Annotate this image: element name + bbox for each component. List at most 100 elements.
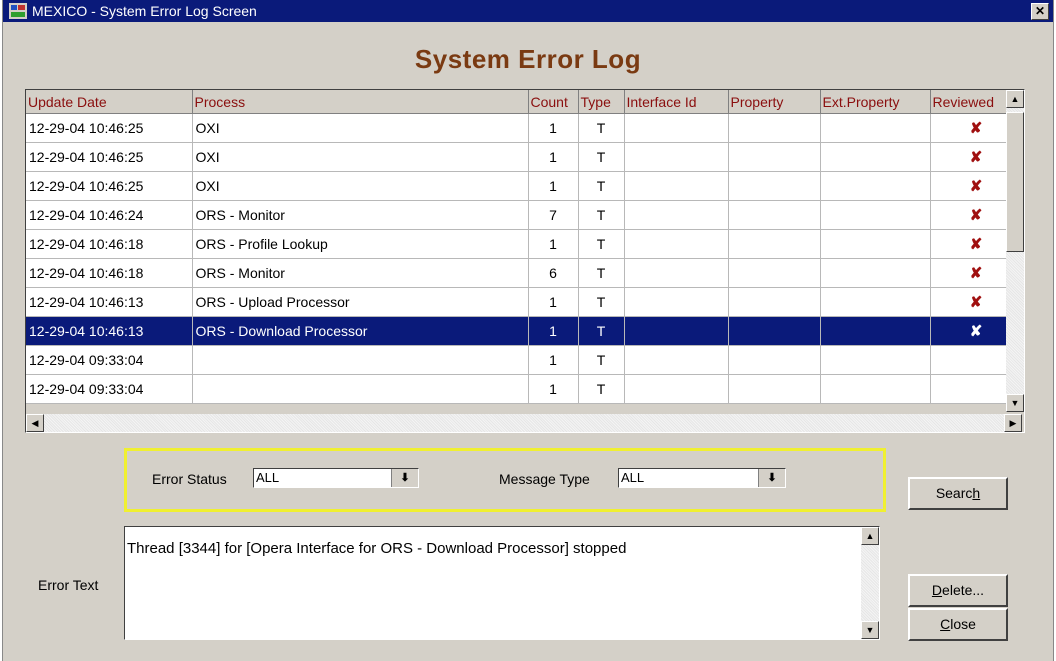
cell-update-date: 12-29-04 10:46:25 — [26, 142, 193, 172]
app-icon — [9, 3, 27, 19]
cell-interface-id — [624, 258, 729, 288]
scroll-left-icon[interactable]: ◀ — [26, 414, 44, 432]
table-row[interactable]: 12-29-04 10:46:18 ORS - Monitor 6 T ✘ — [26, 258, 1023, 288]
cell-property — [728, 345, 821, 375]
cell-update-date: 12-29-04 09:33:04 — [26, 345, 193, 375]
table-row[interactable]: 12-29-04 10:46:18 ORS - Profile Lookup 1 T ✘ — [26, 229, 1023, 259]
cell-count: 1 — [528, 171, 579, 201]
cell-type: T — [578, 374, 625, 404]
cell-type: T — [578, 200, 625, 230]
cell-process — [192, 374, 529, 404]
cell-process: ORS - Upload Processor — [192, 287, 529, 317]
table-row[interactable]: 12-29-04 10:46:13 ORS - Download Processo… — [26, 316, 1023, 346]
column-ext-property-header[interactable]: Ext.Property — [820, 90, 931, 114]
table-row[interactable]: 12-29-04 10:46:25 OXI 1 T ✘ — [26, 142, 1023, 172]
scroll-right-icon[interactable]: ▶ — [1004, 414, 1022, 432]
cell-process: ORS - Monitor — [192, 200, 529, 230]
column-property-header[interactable]: Property — [728, 90, 821, 114]
table-row[interactable]: 12-29-04 10:46:13 ORS - Upload Processor 1… — [26, 287, 1023, 317]
grid-vertical-scrollbar[interactable]: ▲ ▼ — [1006, 90, 1024, 412]
dropdown-arrow-icon[interactable]: ⬇ — [391, 469, 418, 487]
reviewed-x-icon[interactable]: ✘ — [970, 294, 983, 311]
table-row[interactable]: 12-29-04 09:33:04 1 T — [26, 345, 1023, 375]
error-text-label: Error Text — [38, 577, 99, 593]
reviewed-x-icon[interactable]: ✘ — [970, 207, 983, 224]
cell-ext-property — [820, 142, 931, 172]
page-title: System Error Log — [414, 44, 642, 74]
cell-interface-id — [624, 374, 729, 404]
reviewed-x-icon[interactable]: ✘ — [970, 178, 983, 195]
cell-property — [728, 316, 821, 346]
error-text-scrollbar[interactable]: ▲ ▼ — [861, 527, 879, 639]
cell-type: T — [578, 258, 625, 288]
table-row[interactable]: 12-29-04 10:46:25 OXI 1 T ✘ — [26, 113, 1023, 143]
cell-update-date: 12-29-04 10:46:18 — [26, 258, 193, 288]
error-text-field[interactable]: Thread [3344] for [Opera Interface for O… — [124, 526, 880, 640]
grid-horizontal-scrollbar[interactable]: ◀ ▶ — [26, 414, 1022, 432]
cell-property — [728, 258, 821, 288]
cell-type: T — [578, 229, 625, 259]
delete-button[interactable]: Delete... — [908, 574, 1008, 607]
cell-ext-property — [820, 200, 931, 230]
reviewed-x-icon[interactable]: ✘ — [970, 236, 983, 253]
cell-interface-id — [624, 316, 729, 346]
message-type-select[interactable]: ALL ⬇ — [618, 468, 786, 488]
column-count-header[interactable]: Count — [528, 90, 579, 114]
cell-interface-id — [624, 345, 729, 375]
error-log-grid: Update Date Process Count Type Interface Id P… — [25, 89, 1025, 433]
column-update-date-header[interactable]: Update Date — [26, 90, 193, 114]
scroll-down-icon[interactable]: ▼ — [861, 621, 879, 639]
table-row[interactable]: 12-29-04 09:33:04 1 T — [26, 374, 1023, 404]
cell-interface-id — [624, 113, 729, 143]
window-close-button[interactable]: ✕ — [1031, 3, 1049, 20]
cell-ext-property — [820, 374, 931, 404]
delete-label: elete... — [942, 582, 985, 598]
cell-count: 1 — [528, 142, 579, 172]
cell-ext-property — [820, 345, 931, 375]
cell-process: ORS - Monitor — [192, 258, 529, 288]
cell-process: OXI — [192, 171, 529, 201]
cell-interface-id — [624, 229, 729, 259]
cell-property — [728, 142, 821, 172]
message-type-label: Message Type — [499, 471, 590, 487]
cell-property — [728, 200, 821, 230]
column-process-header[interactable]: Process — [192, 90, 529, 114]
scroll-up-icon[interactable]: ▲ — [861, 527, 879, 545]
reviewed-x-icon[interactable]: ✘ — [970, 120, 983, 137]
cell-ext-property — [820, 287, 931, 317]
message-type-value: ALL — [621, 470, 645, 485]
reviewed-x-icon[interactable]: ✘ — [970, 323, 983, 340]
search-button[interactable]: Search — [908, 477, 1008, 510]
title-bar: MEXICO - System Error Log Screen ✕ — [3, 0, 1053, 22]
cell-count: 1 — [528, 229, 579, 259]
cell-ext-property — [820, 316, 931, 346]
cell-type: T — [578, 316, 625, 346]
cell-interface-id — [624, 171, 729, 201]
grid-vertical-thumb[interactable] — [1006, 112, 1024, 252]
column-interface-id-header[interactable]: Interface Id — [624, 90, 729, 114]
close-mnemonic: C — [940, 616, 951, 632]
cell-interface-id — [624, 287, 729, 317]
cell-ext-property — [820, 171, 931, 201]
error-text-value: Thread [3344] for [Opera Interface for O… — [127, 540, 627, 557]
scroll-down-icon[interactable]: ▼ — [1006, 394, 1024, 412]
reviewed-x-icon[interactable]: ✘ — [970, 265, 983, 282]
cell-update-date: 12-29-04 10:46:13 — [26, 316, 193, 346]
close-button[interactable]: Close — [908, 608, 1008, 641]
cell-update-date: 12-29-04 10:46:18 — [26, 229, 193, 259]
cell-count: 1 — [528, 345, 579, 375]
cell-property — [728, 229, 821, 259]
reviewed-x-icon[interactable]: ✘ — [970, 149, 983, 166]
cell-count: 6 — [528, 258, 579, 288]
search-label: Searc — [935, 485, 973, 501]
error-status-label: Error Status — [152, 471, 227, 487]
column-type-header[interactable]: Type — [578, 90, 625, 114]
scroll-up-icon[interactable]: ▲ — [1006, 90, 1024, 108]
cell-type: T — [578, 142, 625, 172]
table-row[interactable]: 12-29-04 10:46:25 OXI 1 T ✘ — [26, 171, 1023, 201]
cell-interface-id — [624, 142, 729, 172]
error-status-select[interactable]: ALL ⬇ — [253, 468, 419, 488]
dropdown-arrow-icon[interactable]: ⬇ — [758, 469, 785, 487]
table-row[interactable]: 12-29-04 10:46:24 ORS - Monitor 7 T ✘ — [26, 200, 1023, 230]
cell-count: 7 — [528, 200, 579, 230]
